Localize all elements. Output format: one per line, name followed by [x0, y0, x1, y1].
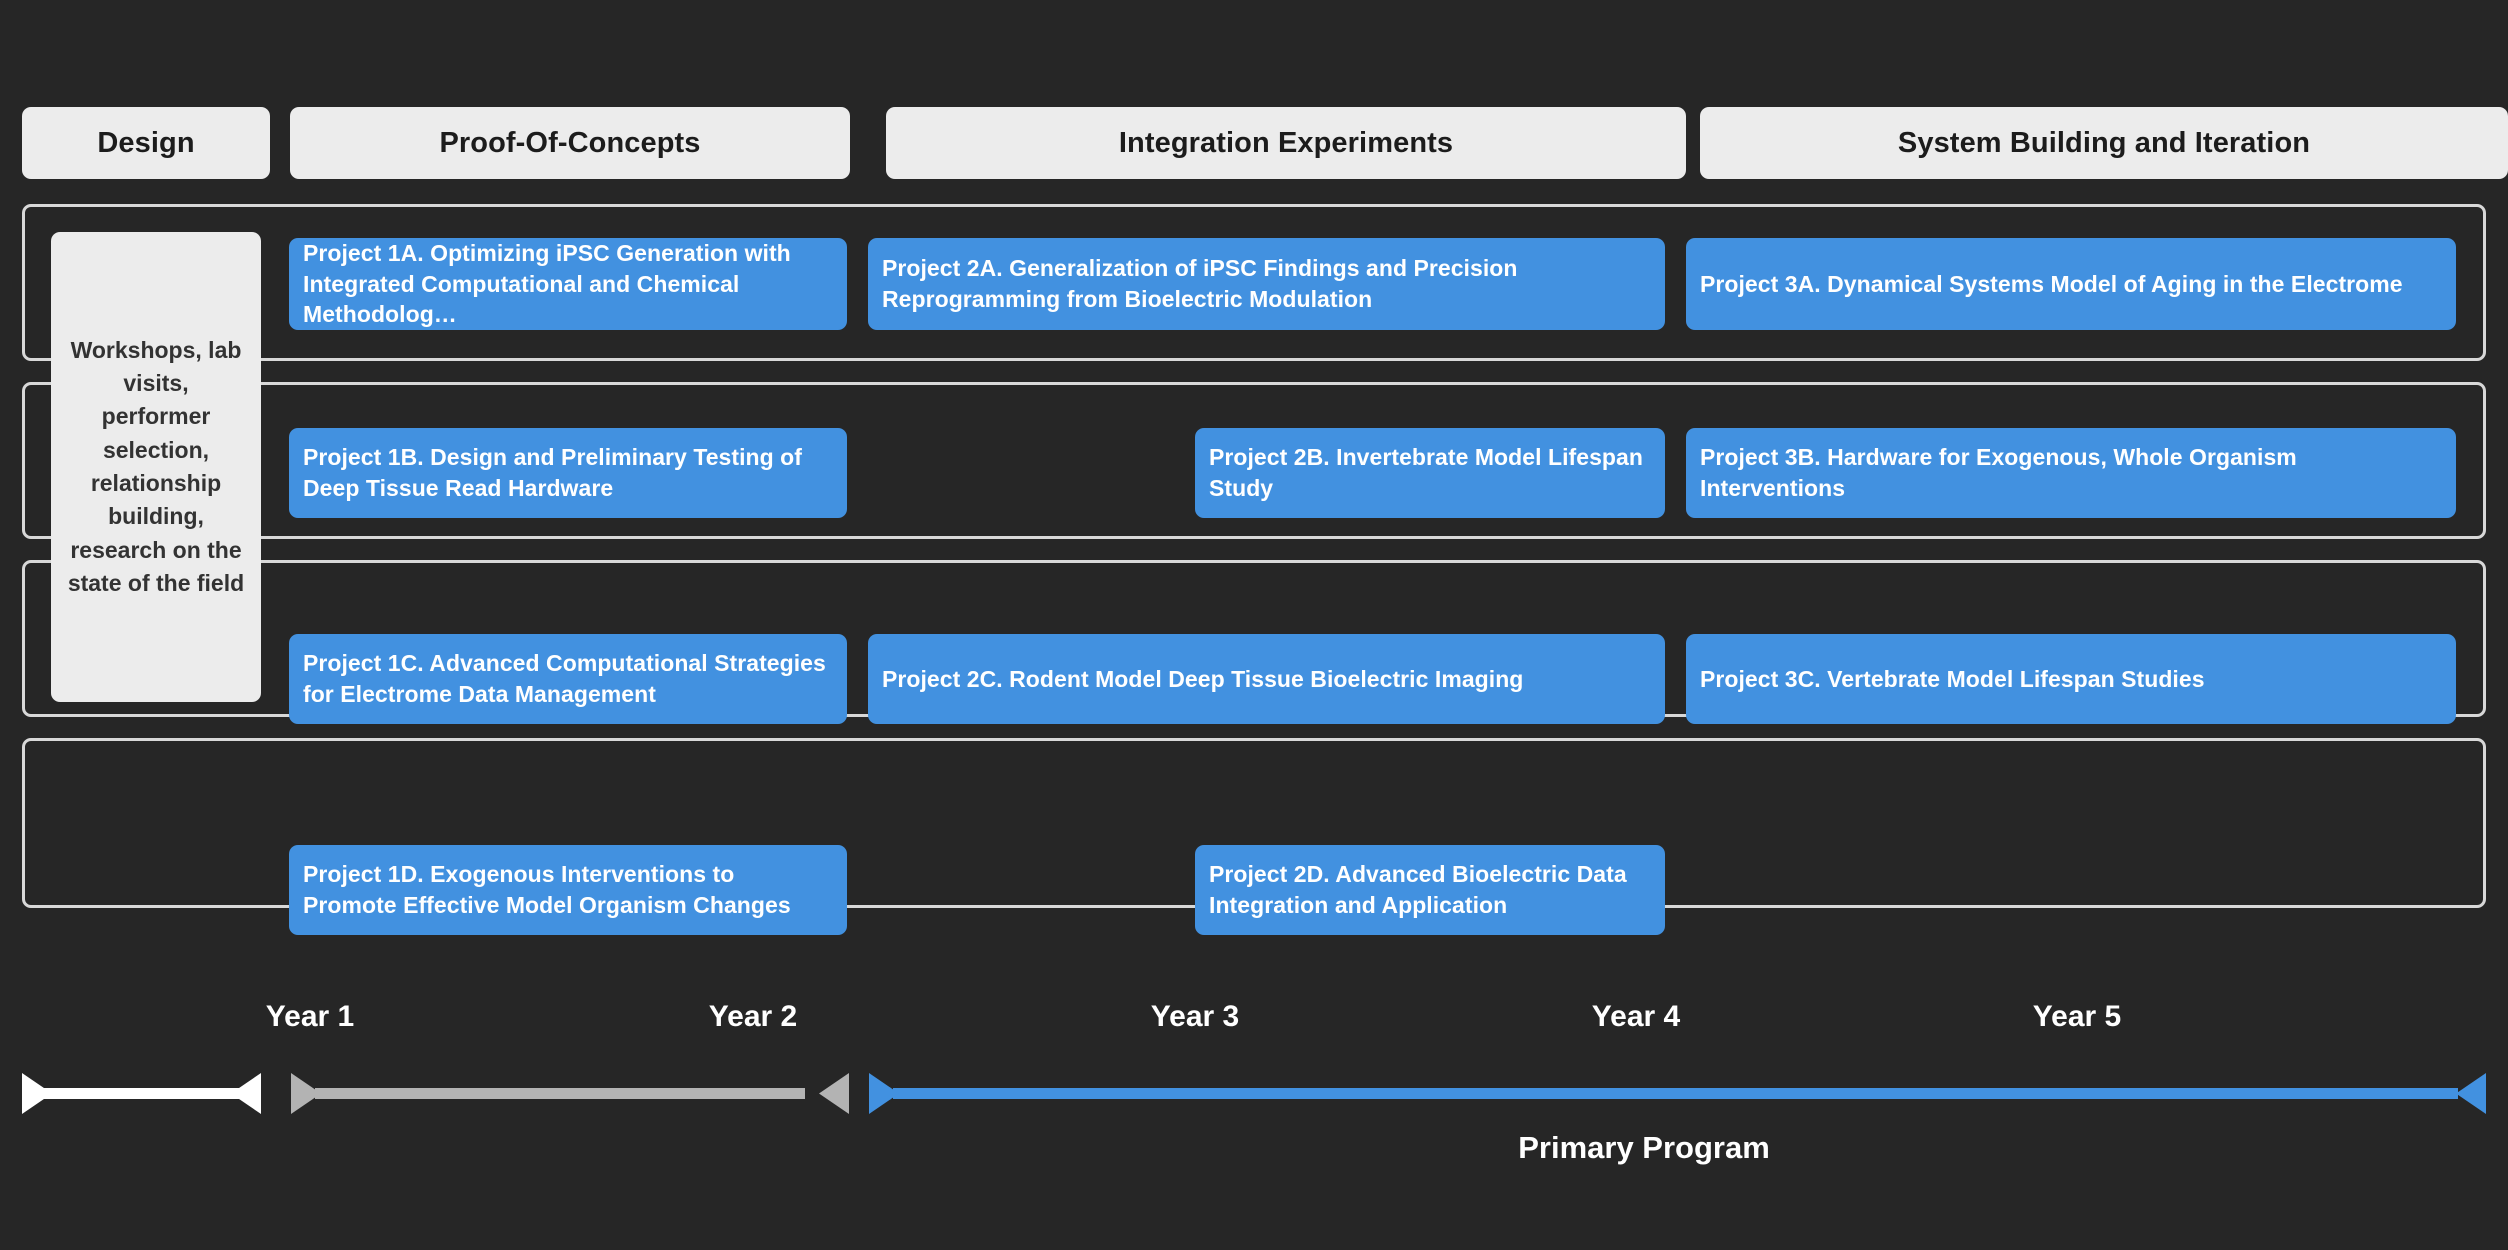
design-activity-panel[interactable]: Workshops, lab visits, performer selecti…	[51, 232, 261, 702]
primary-program-arrow	[869, 1073, 2486, 1114]
project-card-2d-title: Project 2D. Advanced Bioelectric Data In…	[1209, 861, 1627, 918]
year-label-2: Year 2	[708, 1000, 798, 1033]
project-card-1a-title: Project 1A. Optimizing iPSC Generation w…	[303, 240, 791, 328]
phase-chip-system-building[interactable]: System Building and Iteration	[1700, 107, 2508, 179]
design-activity-text: Workshops, lab visits, performer selecti…	[67, 336, 245, 597]
project-card-3c-title: Project 3C. Vertebrate Model Lifespan St…	[1700, 665, 2205, 692]
design-phase-arrow	[22, 1073, 261, 1114]
project-card-2a-title: Project 2A. Generalization of iPSC Findi…	[882, 255, 1518, 312]
timeline: Year 1 Year 2 Year 3 Year 4 Year 5 Prima…	[0, 1000, 2508, 1190]
phase-label-design: Design	[97, 126, 195, 159]
phase-label-integration: Integration Experiments	[1118, 126, 1454, 159]
project-card-2c-title: Project 2C. Rodent Model Deep Tissue Bio…	[882, 665, 1524, 692]
year-label-5: Year 5	[2032, 1000, 2122, 1033]
project-card-1d-title: Project 1D. Exogenous Interventions to P…	[303, 861, 791, 918]
project-card-3c[interactable]: Project 3C. Vertebrate Model Lifespan St…	[1686, 634, 2456, 724]
phase-chip-design[interactable]: Design	[22, 107, 270, 179]
phase-chip-proof-of-concepts[interactable]: Proof-Of-Concepts	[290, 107, 850, 179]
project-card-1d[interactable]: Project 1D. Exogenous Interventions to P…	[289, 845, 847, 935]
year-label-4: Year 4	[1591, 1000, 1681, 1033]
project-card-2a[interactable]: Project 2A. Generalization of iPSC Findi…	[868, 238, 1665, 330]
phase-header-band: Design Proof-Of-Concepts Integration Exp…	[22, 107, 2508, 179]
phase-chip-integration[interactable]: Integration Experiments	[886, 107, 1686, 179]
project-card-3a[interactable]: Project 3A. Dynamical Systems Model of A…	[1686, 238, 2456, 330]
phase-label-system-building: System Building and Iteration	[1897, 126, 2311, 159]
project-card-2d[interactable]: Project 2D. Advanced Bioelectric Data In…	[1195, 845, 1665, 935]
project-card-1b-title: Project 1B. Design and Preliminary Testi…	[303, 444, 802, 501]
rampup-phase-arrow	[291, 1073, 849, 1114]
project-card-1b[interactable]: Project 1B. Design and Preliminary Testi…	[289, 428, 847, 518]
project-card-1a[interactable]: Project 1A. Optimizing iPSC Generation w…	[289, 238, 847, 330]
project-card-2b-title: Project 2B. Invertebrate Model Lifespan …	[1209, 444, 1643, 501]
roadmap-board: Design Proof-Of-Concepts Integration Exp…	[0, 0, 2508, 1250]
project-card-1c[interactable]: Project 1C. Advanced Computational Strat…	[289, 634, 847, 724]
year-label-1: Year 1	[265, 1000, 355, 1033]
project-card-3b[interactable]: Project 3B. Hardware for Exogenous, Whol…	[1686, 428, 2456, 518]
primary-program-caption: Primary Program	[1518, 1130, 1770, 1165]
project-card-2c[interactable]: Project 2C. Rodent Model Deep Tissue Bio…	[868, 634, 1665, 724]
project-card-3b-title: Project 3B. Hardware for Exogenous, Whol…	[1700, 444, 2297, 501]
project-card-1c-title: Project 1C. Advanced Computational Strat…	[303, 650, 826, 707]
phase-label-proof-of-concepts: Proof-Of-Concepts	[439, 126, 701, 159]
project-card-2b[interactable]: Project 2B. Invertebrate Model Lifespan …	[1195, 428, 1665, 518]
project-card-3a-title: Project 3A. Dynamical Systems Model of A…	[1700, 270, 2403, 297]
year-label-3: Year 3	[1150, 1000, 1240, 1033]
timeline-arrows	[22, 1073, 2486, 1114]
